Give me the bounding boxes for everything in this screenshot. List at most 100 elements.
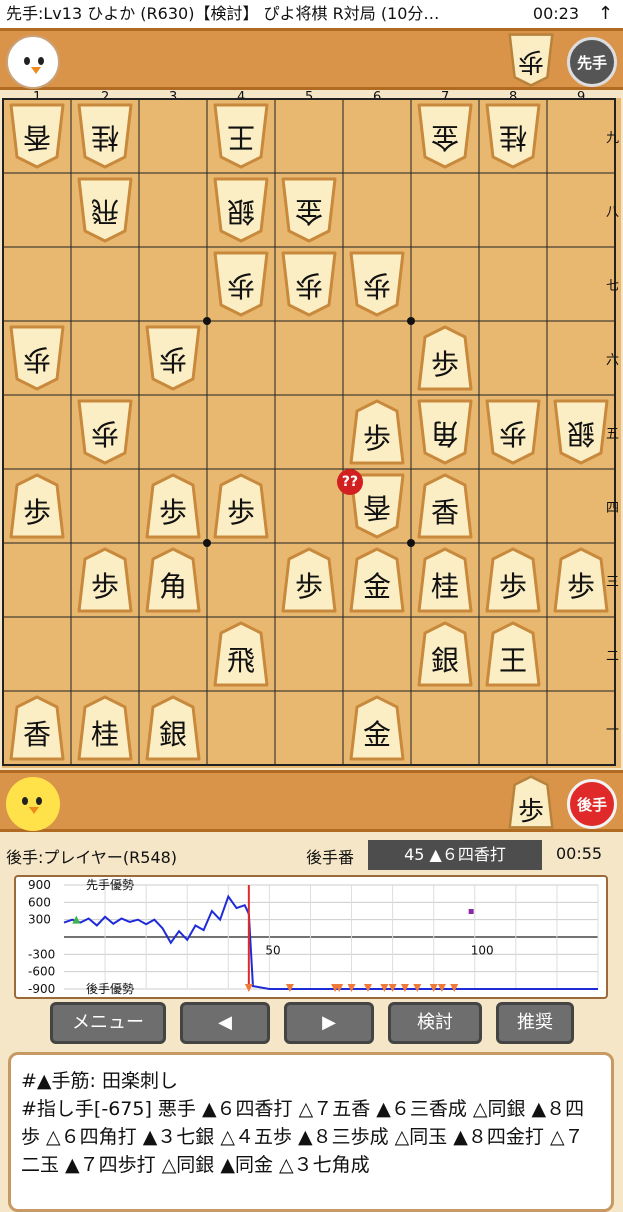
game-clock: 00:55 xyxy=(556,844,603,863)
hand-piece[interactable]: 歩 xyxy=(506,33,556,87)
shogi-piece[interactable]: 金 xyxy=(349,695,405,761)
shogi-piece[interactable]: 銀 xyxy=(213,177,269,243)
row-label: 九 xyxy=(606,131,620,146)
piece-label: 歩 xyxy=(363,269,392,302)
shogi-piece[interactable]: 歩 xyxy=(281,251,337,317)
shogi-piece[interactable]: 歩 xyxy=(417,325,473,391)
shogi-piece[interactable]: 歩 xyxy=(9,473,65,539)
piece-label: 香 xyxy=(23,121,52,154)
row-label: 七 xyxy=(606,279,620,294)
shogi-piece[interactable]: 歩 xyxy=(485,547,541,613)
piece-label: 歩 xyxy=(295,269,324,302)
review-button[interactable]: 検討 xyxy=(388,1002,482,1044)
shogi-piece[interactable]: 香 xyxy=(9,103,65,169)
gote-badge: 後手 xyxy=(567,779,617,829)
shogi-piece[interactable]: 桂 xyxy=(417,547,473,613)
piece-label: 歩 xyxy=(498,570,527,603)
piece-label: 桂 xyxy=(499,121,528,154)
turn-indicator: 後手番 xyxy=(306,848,355,867)
piece-label: 銀 xyxy=(430,644,459,677)
row-label: 四 xyxy=(606,501,620,516)
shogi-piece[interactable]: 王 xyxy=(213,103,269,169)
shogi-piece[interactable]: 歩 xyxy=(349,251,405,317)
shogi-piece[interactable]: 歩 xyxy=(281,547,337,613)
white-chick-icon[interactable] xyxy=(6,35,60,89)
status-bar: 先手:Lv13 ひよか (R630)【検討】 ぴよ将棋 R対局 (10分… 00… xyxy=(0,0,623,28)
piece-label: 歩 xyxy=(362,422,391,455)
menu-button[interactable]: メニュー xyxy=(50,1002,166,1044)
yellow-chick-icon[interactable] xyxy=(6,777,60,831)
piece-label: 王 xyxy=(498,644,527,677)
shogi-piece[interactable]: 銀 xyxy=(145,695,201,761)
shogi-piece[interactable]: 歩 xyxy=(77,547,133,613)
piece-label: 歩 xyxy=(294,570,323,603)
shogi-piece[interactable]: 王 xyxy=(485,621,541,687)
shogi-piece[interactable]: 香 xyxy=(417,473,473,539)
shogi-piece[interactable]: 角 xyxy=(145,547,201,613)
next-move-button[interactable]: ▶ xyxy=(284,1002,374,1044)
hand-piece[interactable]: 歩 xyxy=(506,775,556,829)
piece-label: 歩 xyxy=(158,496,187,529)
current-move: 45 ▲６四香打 xyxy=(368,840,542,870)
piece-label: 銀 xyxy=(158,718,187,751)
piece-label: 歩 xyxy=(90,570,119,603)
shogi-board[interactable]: 香桂王金桂飛銀金歩歩歩歩歩歩歩歩角歩銀歩歩歩香香歩角歩金桂歩歩飛銀王香桂銀金?? xyxy=(2,98,621,768)
top-piece-stand: 歩 先手 xyxy=(0,28,623,90)
shogi-piece[interactable]: 金 xyxy=(417,103,473,169)
shogi-piece[interactable]: 歩 xyxy=(145,325,201,391)
arrow-up-icon[interactable]: ↑ xyxy=(598,0,613,28)
shogi-piece[interactable]: 金 xyxy=(281,177,337,243)
shogi-piece[interactable]: 歩 xyxy=(9,325,65,391)
y-tick-label: -300 xyxy=(28,947,55,961)
piece-label: 金 xyxy=(362,570,391,603)
shogi-piece[interactable]: 歩 xyxy=(349,399,405,465)
star-point xyxy=(203,317,211,325)
shogi-piece[interactable]: 歩 xyxy=(213,473,269,539)
evaluation-chart: 900 600 300 -300 -600 -900 先手優勢後手優勢 50 100 xyxy=(28,877,599,996)
clock-time: 00:23 xyxy=(532,4,579,23)
star-point xyxy=(407,539,415,547)
piece-label: 歩 xyxy=(566,570,595,603)
shogi-piece[interactable]: 歩 xyxy=(485,399,541,465)
shogi-piece[interactable]: 歩 xyxy=(145,473,201,539)
piece-label: 飛 xyxy=(91,195,120,228)
piece-label: 金 xyxy=(295,195,324,228)
shogi-piece[interactable]: 飛 xyxy=(213,621,269,687)
shogi-piece[interactable]: 銀 xyxy=(417,621,473,687)
x-tick-label: 50 xyxy=(265,944,280,958)
prev-move-button[interactable]: ◀ xyxy=(180,1002,270,1044)
piece-label: 香 xyxy=(363,491,392,524)
y-tick-label: -600 xyxy=(28,965,55,979)
shogi-piece[interactable]: 角 xyxy=(417,399,473,465)
piece-label: 桂 xyxy=(430,570,459,603)
row-label: 六 xyxy=(606,353,620,368)
shogi-piece[interactable]: 香 xyxy=(9,695,65,761)
piece-label: 銀 xyxy=(567,417,596,450)
piece-label: 王 xyxy=(227,121,256,154)
comment-line-1: #▲手筋: 田楽刺し xyxy=(21,1070,178,1092)
piece-label: 歩 xyxy=(499,417,528,450)
shogi-piece[interactable]: 歩 xyxy=(77,399,133,465)
shogi-piece[interactable]: 歩 xyxy=(213,251,269,317)
move-comment: #▲手筋: 田楽刺し #指し手[-675] 悪手 ▲６四香打 △７五香 ▲６三香… xyxy=(8,1052,614,1212)
row-label: 八 xyxy=(606,205,620,220)
piece-label: 歩 xyxy=(430,348,459,381)
piece-label: 飛 xyxy=(226,644,255,677)
piece-label: 歩 xyxy=(91,417,120,450)
shogi-piece[interactable]: 飛 xyxy=(77,177,133,243)
advantage-label-bottom: 後手優勢 xyxy=(86,981,134,996)
recommend-button[interactable]: 推奨 xyxy=(496,1002,574,1044)
shogi-piece[interactable]: 桂 xyxy=(77,103,133,169)
gote-player-name: 後手:プレイヤー(R548) xyxy=(6,848,178,867)
piece-label: 桂 xyxy=(90,718,119,751)
evaluation-graph[interactable]: 900 600 300 -300 -600 -900 先手優勢 後手優勢 50 100 xyxy=(14,875,608,999)
shogi-piece[interactable]: 銀 xyxy=(553,399,609,465)
evaluation-line xyxy=(63,894,598,990)
shogi-piece[interactable]: 歩 xyxy=(553,547,609,613)
shogi-piece[interactable]: 桂 xyxy=(485,103,541,169)
shogi-piece[interactable]: 桂 xyxy=(77,695,133,761)
advantage-label-top: 先手優勢 xyxy=(86,877,134,892)
piece-label: 桂 xyxy=(91,121,120,154)
shogi-piece[interactable]: 金 xyxy=(349,547,405,613)
blunder-marker xyxy=(244,984,253,992)
